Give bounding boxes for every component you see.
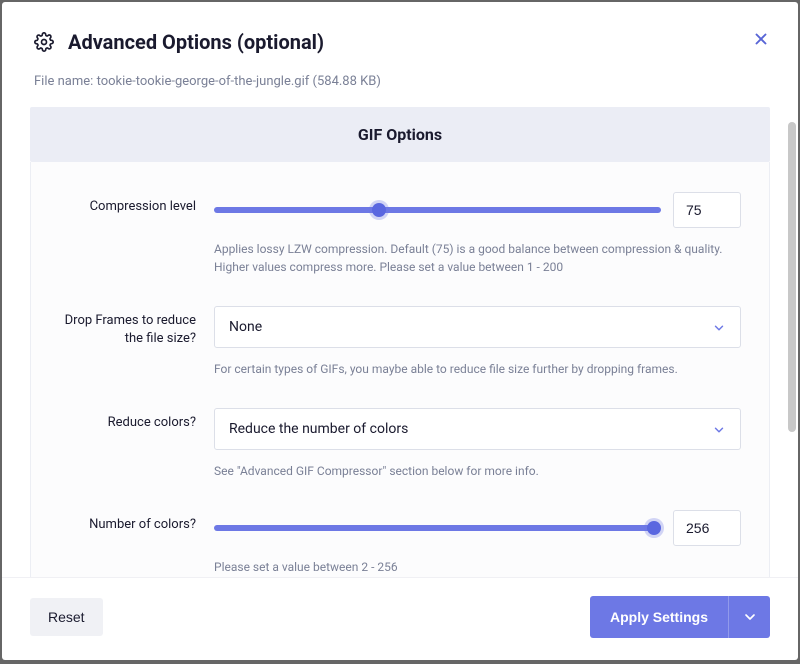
file-info: File name: tookie-tookie-george-of-the-j…: [2, 66, 798, 107]
gif-options-banner: GIF Options: [30, 107, 770, 162]
modal-footer: Reset Apply Settings: [2, 577, 798, 660]
compression-help: Applies lossy LZW compression. Default (…: [214, 240, 741, 276]
numcolors-slider[interactable]: [214, 520, 661, 536]
numcolors-input[interactable]: [673, 510, 741, 546]
options-scroll-area[interactable]: GIF Options Compression level Applies lo…: [2, 107, 798, 577]
reset-button[interactable]: Reset: [30, 598, 103, 636]
chevron-down-icon: [712, 422, 726, 436]
numcolors-help: Please set a value between 2 - 256: [214, 558, 741, 576]
compression-row: Compression level Applies lossy LZW comp…: [59, 192, 741, 276]
compression-slider[interactable]: [214, 202, 661, 218]
dropframes-label: Drop Frames to reduce the file size?: [59, 306, 214, 348]
compression-slider-thumb[interactable]: [372, 203, 386, 217]
reducecolors-row: Reduce colors? Reduce the number of colo…: [59, 408, 741, 480]
dropframes-row: Drop Frames to reduce the file size? Non…: [59, 306, 741, 378]
scrollbar-thumb[interactable]: [788, 122, 796, 432]
reducecolors-help: See "Advanced GIF Compressor" section be…: [214, 462, 741, 480]
dropframes-value: None: [229, 319, 262, 335]
reducecolors-select[interactable]: Reduce the number of colors: [214, 408, 741, 450]
numcolors-label: Number of colors?: [59, 510, 214, 534]
apply-button-group: Apply Settings: [590, 596, 770, 638]
reducecolors-value: Reduce the number of colors: [229, 421, 408, 437]
apply-dropdown-button[interactable]: [728, 596, 770, 638]
advanced-options-modal: Advanced Options (optional) File name: t…: [2, 2, 798, 660]
page-title: Advanced Options (optional): [68, 30, 324, 54]
apply-settings-button[interactable]: Apply Settings: [590, 596, 728, 638]
options-container: Compression level Applies lossy LZW comp…: [30, 162, 770, 577]
compression-input[interactable]: [673, 192, 741, 228]
compression-label: Compression level: [59, 192, 214, 216]
dropframes-select[interactable]: None: [214, 306, 741, 348]
chevron-down-icon: [742, 609, 758, 625]
dropframes-help: For certain types of GIFs, you maybe abl…: [214, 360, 741, 378]
chevron-down-icon: [712, 320, 726, 334]
modal-header: Advanced Options (optional): [2, 2, 798, 66]
gear-icon: [34, 32, 54, 52]
numcolors-slider-thumb[interactable]: [647, 521, 661, 535]
numcolors-row: Number of colors? Please set a value bet…: [59, 510, 741, 576]
close-icon[interactable]: [752, 30, 770, 48]
file-name-label: File name:: [34, 74, 93, 89]
file-name-value: tookie-tookie-george-of-the-jungle.gif: [97, 74, 310, 89]
file-size-value: (584.88 KB): [313, 74, 381, 89]
reducecolors-label: Reduce colors?: [59, 408, 214, 432]
